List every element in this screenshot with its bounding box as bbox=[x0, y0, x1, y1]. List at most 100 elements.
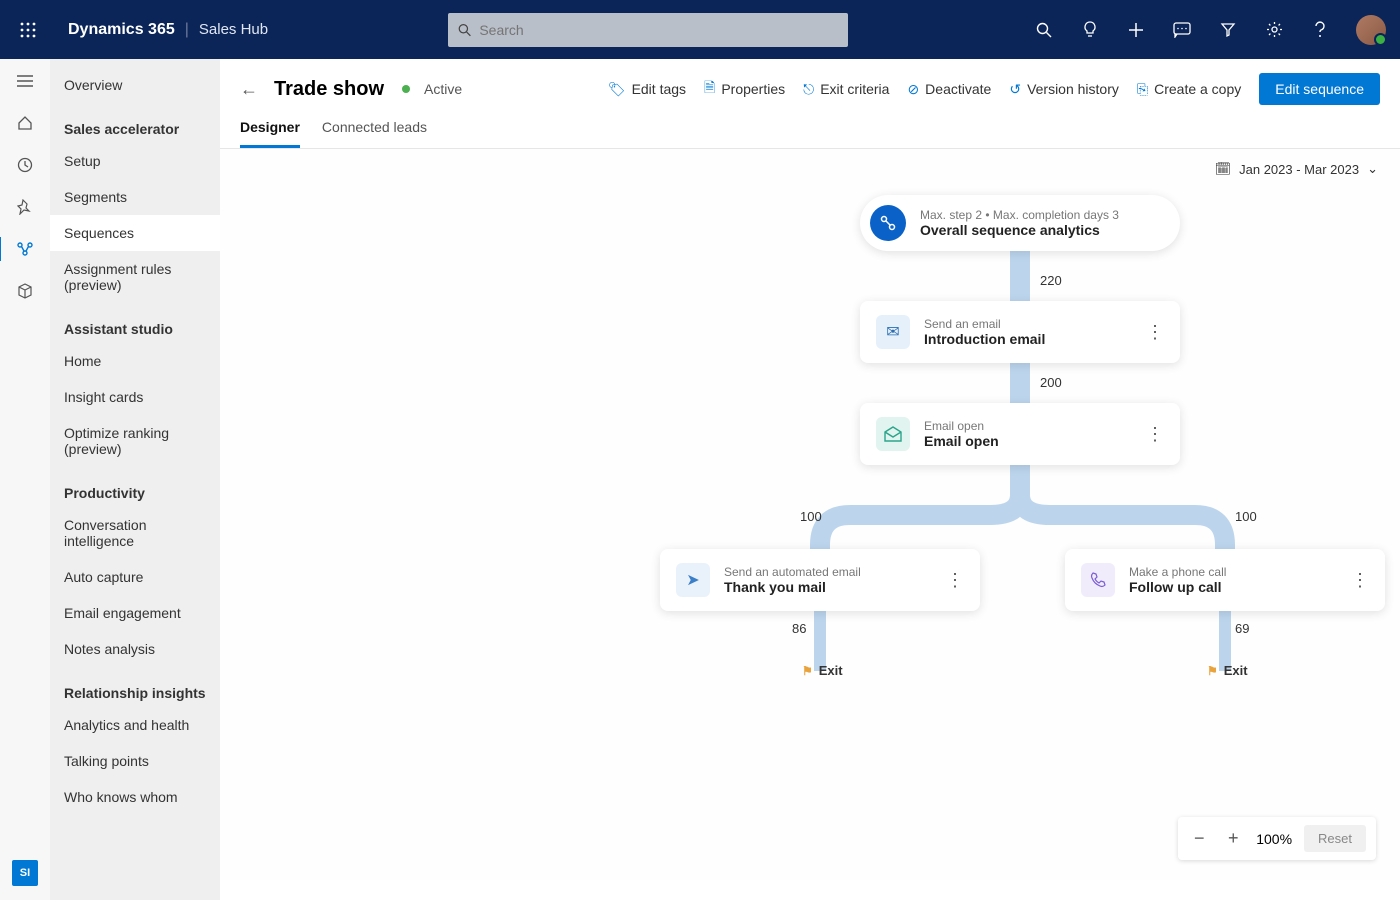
nav-assignment-rules[interactable]: Assignment rules (preview) bbox=[50, 251, 220, 303]
properties-icon: 🗎 bbox=[704, 77, 715, 101]
branchL-menu[interactable]: ⋮ bbox=[936, 570, 964, 591]
flow-connectors bbox=[220, 195, 1400, 880]
nav-segments[interactable]: Segments bbox=[50, 179, 220, 215]
sales-accelerator-icon[interactable] bbox=[15, 239, 35, 259]
plus-icon[interactable] bbox=[1126, 20, 1146, 40]
create-copy-action[interactable]: ⎘ Create a copy bbox=[1137, 81, 1241, 98]
zoom-in-button[interactable]: + bbox=[1222, 828, 1244, 850]
step2-menu[interactable]: ⋮ bbox=[1136, 424, 1164, 445]
nav-insight-cards[interactable]: Insight cards bbox=[50, 379, 220, 415]
nav-setup[interactable]: Setup bbox=[50, 143, 220, 179]
edit-tags-action[interactable]: 🏷Edit tags bbox=[608, 81, 686, 98]
analytics-icon bbox=[870, 205, 906, 241]
nav-notes-analysis[interactable]: Notes analysis bbox=[50, 631, 220, 667]
lightbulb-icon[interactable] bbox=[1080, 20, 1100, 40]
node-email-open[interactable]: Email open Email open ⋮ bbox=[860, 403, 1180, 465]
settings-icon[interactable] bbox=[1264, 20, 1284, 40]
zoom-reset-button[interactable]: Reset bbox=[1304, 825, 1366, 852]
search-input[interactable] bbox=[479, 22, 838, 38]
tab-connected-leads[interactable]: Connected leads bbox=[322, 119, 427, 148]
chat-icon[interactable] bbox=[1172, 20, 1192, 40]
pinned-icon[interactable] bbox=[15, 197, 35, 217]
step1-title: Introduction email bbox=[924, 331, 1045, 347]
filter-icon[interactable] bbox=[1218, 20, 1238, 40]
date-range-picker[interactable]: 🗓 Jan 2023 - Mar 2023 ⌄ bbox=[1215, 161, 1378, 177]
email-icon: ✉ bbox=[876, 315, 910, 349]
nav-auto-capture[interactable]: Auto capture bbox=[50, 559, 220, 595]
exit-right: ⚑ Exit bbox=[1207, 663, 1248, 678]
search-icon2[interactable] bbox=[1034, 20, 1054, 40]
back-button[interactable]: ← bbox=[240, 79, 258, 100]
hamburger-icon[interactable] bbox=[15, 71, 35, 91]
deactivate-label: Deactivate bbox=[925, 81, 991, 97]
brand-name: Dynamics 365 bbox=[68, 21, 175, 39]
home-icon[interactable] bbox=[15, 113, 35, 133]
root-title: Overall sequence analytics bbox=[920, 222, 1119, 238]
left-rail: SI bbox=[0, 59, 50, 900]
exit-right-label: Exit bbox=[1224, 663, 1248, 678]
zoom-out-button[interactable]: − bbox=[1188, 828, 1210, 850]
node-follow-up-call[interactable]: Make a phone call Follow up call ⋮ bbox=[1065, 549, 1385, 611]
flag-icon: ⚑ bbox=[802, 664, 813, 678]
exit-icon: ⎋ bbox=[803, 81, 814, 98]
nav-talking-points[interactable]: Talking points bbox=[50, 743, 220, 779]
edge-count-2: 200 bbox=[1040, 375, 1062, 390]
email-open-icon bbox=[876, 417, 910, 451]
edge-count-right: 100 bbox=[1235, 509, 1257, 524]
edit-tags-label: Edit tags bbox=[632, 81, 686, 97]
flag-icon: ⚑ bbox=[1207, 664, 1218, 678]
designer-canvas[interactable]: 🗓 Jan 2023 - Mar 2023 ⌄ Max. step 2 • Ma bbox=[220, 149, 1400, 880]
step1-menu[interactable]: ⋮ bbox=[1136, 322, 1164, 343]
version-history-action[interactable]: ↺ Version history bbox=[1009, 81, 1119, 98]
calendar-icon: 🗓 bbox=[1215, 161, 1232, 177]
edge-count-left: 100 bbox=[800, 509, 822, 524]
nav-email-engagement[interactable]: Email engagement bbox=[50, 595, 220, 631]
nav-conversation-intelligence[interactable]: Conversation intelligence bbox=[50, 507, 220, 559]
step1-kicker: Send an email bbox=[924, 317, 1045, 331]
node-overall-analytics[interactable]: Max. step 2 • Max. completion days 3 Ove… bbox=[860, 195, 1180, 251]
app-launcher-icon[interactable] bbox=[14, 16, 42, 44]
branchR-kicker: Make a phone call bbox=[1129, 565, 1226, 579]
version-history-label: Version history bbox=[1027, 81, 1119, 97]
tab-designer[interactable]: Designer bbox=[240, 119, 300, 148]
app-name[interactable]: Sales Hub bbox=[199, 21, 268, 38]
deactivate-action[interactable]: ⊘Deactivate bbox=[907, 81, 991, 98]
exit-left: ⚑ Exit bbox=[802, 663, 843, 678]
nav-analytics-health[interactable]: Analytics and health bbox=[50, 707, 220, 743]
nav-optimize-ranking[interactable]: Optimize ranking (preview) bbox=[50, 415, 220, 467]
si-area-switcher[interactable]: SI bbox=[12, 860, 38, 886]
phone-icon bbox=[1081, 563, 1115, 597]
copy-icon: ⎘ bbox=[1137, 81, 1148, 98]
exit-criteria-label: Exit criteria bbox=[820, 81, 889, 97]
node-introduction-email[interactable]: ✉ Send an email Introduction email ⋮ bbox=[860, 301, 1180, 363]
status-text: Active bbox=[424, 81, 462, 97]
brand-separator: | bbox=[185, 21, 189, 39]
branchL-title: Thank you mail bbox=[724, 579, 861, 595]
step2-title: Email open bbox=[924, 433, 999, 449]
exit-left-label: Exit bbox=[819, 663, 843, 678]
cube-icon[interactable] bbox=[15, 281, 35, 301]
nav-overview[interactable]: Overview bbox=[50, 67, 220, 103]
user-avatar[interactable] bbox=[1356, 15, 1386, 45]
si-badge: SI bbox=[12, 860, 38, 886]
create-copy-label: Create a copy bbox=[1154, 81, 1241, 97]
nav-section-productivity: Productivity bbox=[50, 467, 220, 507]
nav-home[interactable]: Home bbox=[50, 343, 220, 379]
properties-action[interactable]: 🗎Properties bbox=[704, 77, 785, 101]
help-icon[interactable] bbox=[1310, 20, 1330, 40]
nav-who-knows-whom[interactable]: Who knows whom bbox=[50, 779, 220, 815]
tabs: Designer Connected leads bbox=[220, 105, 1400, 149]
command-bar: ← Trade show Active 🏷Edit tags 🗎Properti… bbox=[220, 59, 1400, 105]
nav-sequences[interactable]: Sequences bbox=[50, 215, 220, 251]
nav-section-assistant-studio: Assistant studio bbox=[50, 303, 220, 343]
edge-count-1: 220 bbox=[1040, 273, 1062, 288]
history-icon: ↺ bbox=[1009, 81, 1021, 98]
global-search[interactable] bbox=[448, 13, 848, 47]
branchR-menu[interactable]: ⋮ bbox=[1341, 570, 1369, 591]
exit-criteria-action[interactable]: ⎋ Exit criteria bbox=[803, 81, 889, 98]
status-indicator bbox=[402, 85, 410, 93]
recent-icon[interactable] bbox=[15, 155, 35, 175]
page-title: Trade show bbox=[274, 78, 384, 101]
edit-sequence-button[interactable]: Edit sequence bbox=[1259, 73, 1380, 105]
node-thank-you-mail[interactable]: ➤ Send an automated email Thank you mail… bbox=[660, 549, 980, 611]
